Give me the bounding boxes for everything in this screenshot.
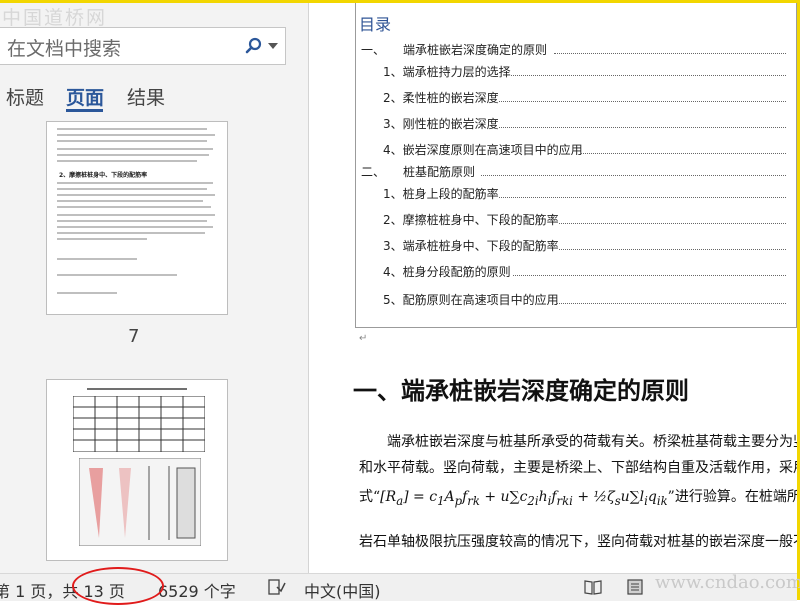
toc-entry[interactable]: 一、 端承桩嵌岩深度确定的原则	[361, 41, 547, 58]
body-text-line: 和水平荷载。竖向荷载，主要是桥梁上、下部结构自重及活载作用，采用规	[359, 460, 797, 476]
formula: [Ra] = c1Apfrk + u∑c2ihifrki + ½ζsu∑liqi…	[380, 489, 668, 508]
section-heading: 一、端承桩嵌岩深度确定的原则	[353, 376, 689, 405]
search-icon[interactable]	[244, 36, 264, 56]
proofing-icon[interactable]	[268, 579, 286, 595]
search-input[interactable]: 在文档中搜索	[7, 34, 121, 61]
chevron-down-icon[interactable]	[268, 43, 278, 49]
thumbnail-section-label: 2、摩擦桩桩身中、下段的配筋率	[59, 172, 148, 179]
toc-entry[interactable]: 4、嵌岩深度原则在高速项目中的应用	[383, 141, 583, 158]
paragraph-mark-icon: ↵	[359, 333, 368, 344]
toc-entry[interactable]: 3、刚性桩的嵌岩深度	[383, 115, 499, 132]
page-thumbnail-8[interactable]	[46, 379, 228, 561]
toc-entry[interactable]: 5、配筋原则在高速项目中的应用	[383, 291, 559, 308]
word-count-status[interactable]: 6529 个字	[158, 578, 236, 602]
navigation-pane: 中国道桥网 在文档中搜索 标题 页面 结果 2、摩擦桩桩身中、下段的配筋率 7	[0, 3, 309, 573]
page-thumbnail-7[interactable]: 2、摩擦桩桩身中、下段的配筋率	[46, 121, 228, 315]
read-mode-icon[interactable]	[584, 579, 602, 595]
print-layout-icon[interactable]	[626, 579, 644, 595]
body-text-line: 岩石单轴极限抗压强度较高的情况下，竖向荷载对桩基的嵌岩深度一般不会	[359, 534, 797, 550]
search-box[interactable]: 在文档中搜索	[0, 27, 286, 65]
formula-line: 式“[Ra] = c1Apfrk + u∑c2ihifrki + ½ζsu∑li…	[359, 489, 797, 508]
toc-entry[interactable]: 4、桩身分段配筋的原则	[383, 263, 511, 280]
thumbnail-figure	[79, 458, 201, 546]
watermark-url: www.cndao.com	[655, 572, 800, 593]
toc-entry[interactable]: 2、柔性桩的嵌岩深度	[383, 89, 499, 106]
active-tab-indicator	[66, 109, 103, 112]
document-page[interactable]: 目录 一、 端承桩嵌岩深度确定的原则 1、端承桩持力层的选择 2、柔性桩的嵌岩深…	[309, 3, 797, 573]
toc-title: 目录	[359, 15, 392, 34]
watermark-logo: 中国道桥网	[2, 7, 108, 29]
highlight-circle	[72, 567, 164, 605]
toc-entry[interactable]: 1、端承桩持力层的选择	[383, 63, 511, 80]
tab-results[interactable]: 结果	[127, 83, 165, 110]
toc-entry[interactable]: 3、端承桩桩身中、下段的配筋率	[383, 237, 559, 254]
thumbnail-page-number: 7	[128, 326, 140, 347]
toc-entry[interactable]: 1、桩身上段的配筋率	[383, 185, 499, 202]
toc-entry[interactable]: 2、摩擦桩桩身中、下段的配筋率	[383, 211, 559, 228]
document-area[interactable]: 目录 一、 端承桩嵌岩深度确定的原则 1、端承桩持力层的选择 2、柔性桩的嵌岩深…	[309, 3, 797, 573]
thumbnail-table	[73, 396, 205, 452]
language-status[interactable]: 中文(中国)	[304, 578, 381, 602]
tab-pages[interactable]: 页面	[66, 83, 104, 110]
toc-entry[interactable]: 二、 桩基配筋原则	[361, 163, 475, 180]
tab-headings[interactable]: 标题	[6, 83, 44, 110]
body-text-line: 端承桩嵌岩深度与桩基所承受的荷载有关。桥梁桩基荷载主要分为竖向	[387, 434, 797, 450]
